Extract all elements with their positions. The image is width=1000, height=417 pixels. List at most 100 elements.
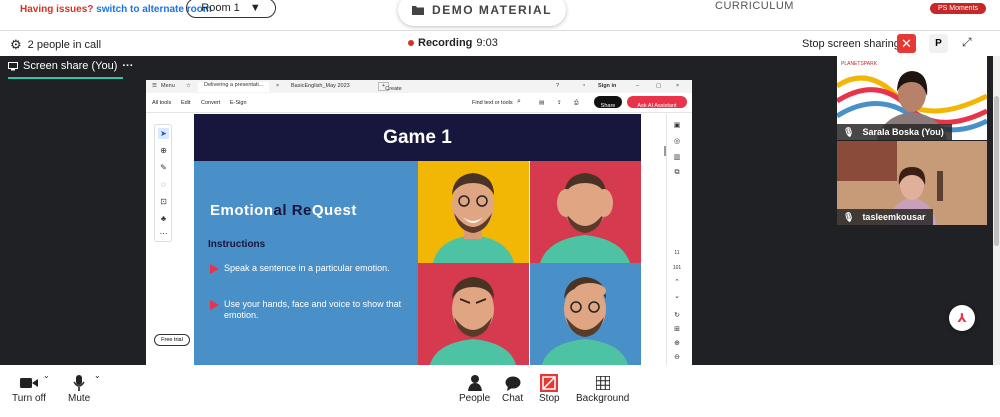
screen-share-label: Screen share (You) (23, 60, 118, 72)
chat-button[interactable]: Chat (502, 373, 523, 404)
toolbar-esign[interactable]: E-Sign (230, 100, 247, 106)
upload-icon[interactable]: ⇪ (557, 100, 562, 106)
zoom-out-icon[interactable]: ⊖ (671, 352, 683, 362)
ps-moments-button[interactable]: PS Moments (930, 3, 986, 14)
issues-notice: Having issues? switch to alternate room (20, 4, 212, 15)
mic-options-chevron-icon[interactable]: ⌄ (94, 371, 101, 380)
browser-tab-active[interactable]: Delivering a presentati... (198, 82, 270, 92)
p-button[interactable]: P (929, 34, 948, 53)
page-scrollbar[interactable] (993, 56, 1000, 365)
browser-tab-2[interactable]: BasicEnglish_May 2023 (291, 83, 350, 89)
issues-text: Having issues? (20, 4, 94, 15)
pen-icon[interactable]: ✎ (158, 162, 169, 173)
find-tools-label[interactable]: Find text or tools (472, 100, 513, 106)
microphone-icon (73, 375, 85, 391)
page-total: 101 (672, 265, 682, 271)
help-icon[interactable]: ? (556, 83, 559, 89)
participant-tile-tasleem[interactable]: 🎙 tasleemkousar (837, 141, 987, 225)
comment-panel-icon[interactable]: ▣ (671, 120, 683, 130)
mic-toggle-button[interactable]: Mute (68, 373, 90, 404)
menu-label[interactable]: Menu (161, 83, 175, 89)
chevron-up-icon[interactable]: ⌃ (671, 277, 683, 287)
toolbar-edit[interactable]: Edit (181, 100, 190, 106)
stressed-face-image (530, 263, 641, 365)
room-label: Room 1 (201, 2, 240, 14)
create-label: Create (385, 86, 402, 92)
chevron-down-icon[interactable]: ⌄ (671, 291, 683, 301)
text-box-icon[interactable]: ⊡ (158, 196, 169, 207)
emo-part2: al (273, 202, 292, 219)
more-tools-icon[interactable]: ⋯ (158, 228, 169, 239)
maximize-icon[interactable]: ▢ (656, 83, 661, 89)
participant-name: tasleemkousar (862, 212, 926, 222)
select-cursor-icon[interactable]: ➤ (158, 128, 169, 139)
minimize-icon[interactable]: – (636, 83, 639, 89)
demo-label: DEMO MATERIAL (432, 3, 552, 17)
camera-options-chevron-icon[interactable]: ⌄ (43, 371, 50, 380)
chat-bubble-icon (505, 376, 521, 391)
ai-label: Ask AI Assistant (637, 103, 677, 109)
zoom-in-icon[interactable]: ⊕ (671, 338, 683, 348)
lasso-icon[interactable]: ◌ (158, 179, 169, 190)
demo-material-button[interactable]: DEMO MATERIAL (398, 0, 566, 26)
happy-face-image (418, 161, 529, 263)
background-button[interactable]: Background (576, 373, 629, 404)
stop-share-icon (540, 374, 559, 392)
expand-icon[interactable]: ⤢ (962, 35, 972, 50)
close-tab-icon[interactable]: × (276, 83, 279, 89)
participant-tile-sarala[interactable]: PLANETSPARK 🎙 Sarala Boska (You) (837, 56, 987, 140)
people-count: ⚙ 2 people in call (10, 37, 101, 53)
share-button[interactable]: Share (594, 96, 622, 109)
search-icon[interactable]: ⌕ (517, 98, 521, 106)
close-window-icon[interactable]: × (676, 83, 679, 89)
participant-name: Sarala Boska (You) (862, 127, 944, 137)
toolbar-convert[interactable]: Convert (201, 100, 220, 106)
room-selector[interactable]: Room 1 ▼ (186, 0, 276, 18)
angry-face-image (418, 263, 529, 365)
ask-ai-assistant-button[interactable]: Ask AI Assistant (627, 96, 687, 109)
share-panel-icon[interactable]: ◎ (671, 136, 683, 146)
stamp-icon[interactable]: ♣ (158, 213, 169, 224)
pdf-right-rail: ▣ ◎ ▥ ⧉ 11 101 ⌃ ⌄ ↻ ⊞ ⊕ ⊖ (666, 114, 686, 365)
more-options-icon[interactable]: ··· (122, 60, 133, 72)
gear-icon[interactable]: ⚙ (10, 37, 22, 53)
pdf-scrollbar[interactable] (644, 114, 666, 365)
media-panel-icon[interactable]: ▥ (671, 152, 683, 162)
star-icon[interactable]: ☆ (186, 83, 191, 89)
mic-icon: 🎙 (843, 126, 855, 137)
create-tab-button[interactable]: + Create (378, 82, 402, 92)
page-scroll-thumb[interactable] (994, 96, 999, 246)
zoom-icon[interactable]: ⊕ (158, 145, 169, 156)
sign-in-link[interactable]: Sign in (598, 83, 616, 89)
print-icon[interactable]: ⎙ (574, 100, 578, 107)
people-button[interactable]: People (459, 373, 490, 404)
ps-moments-label: PS Moments (937, 5, 979, 12)
bullet-triangle-icon (210, 264, 219, 274)
instructions-heading: Instructions (208, 239, 266, 250)
pages-panel-icon[interactable]: ⧉ (671, 168, 683, 178)
menu-icon[interactable]: ☰ (152, 83, 157, 89)
person-icon (467, 375, 482, 391)
comment-icon[interactable]: ▤ (539, 100, 544, 106)
active-tab-indicator (8, 77, 123, 79)
recording-dot-icon (408, 40, 414, 46)
call-controls-bar: Turn off ⌄ Mute ⌄ People Chat Stop Backg… (0, 365, 1000, 417)
fit-page-icon[interactable]: ⊞ (671, 324, 683, 334)
rotate-icon[interactable]: ↻ (671, 310, 683, 320)
bell-icon[interactable]: ◔ (582, 83, 585, 89)
free-trial-button[interactable]: Free trial (154, 334, 190, 346)
crying-face-image (530, 161, 641, 263)
screen-share-tab[interactable]: Screen share (You) ··· (8, 60, 133, 72)
emo-part1: Emotion (210, 202, 274, 219)
stop-share-button[interactable]: Stop (539, 373, 560, 404)
stop-label: Stop (539, 393, 560, 404)
acrobat-icon[interactable]: ⅄ (949, 305, 975, 331)
curriculum-tab[interactable]: CURRICULUM (715, 0, 794, 12)
toolbar-all-tools[interactable]: All tools (152, 100, 171, 106)
browser-tab-strip: ☰ Menu ☆ Delivering a presentati... × Ba… (146, 80, 692, 93)
emotional-request-title: Emotional ReQuest (210, 202, 357, 219)
stop-screen-sharing-label[interactable]: Stop screen sharing (802, 38, 900, 50)
camera-toggle-button[interactable]: Turn off (12, 373, 46, 404)
recording-time: 9:03 (476, 37, 498, 49)
close-share-button[interactable]: ✕ (897, 34, 916, 53)
